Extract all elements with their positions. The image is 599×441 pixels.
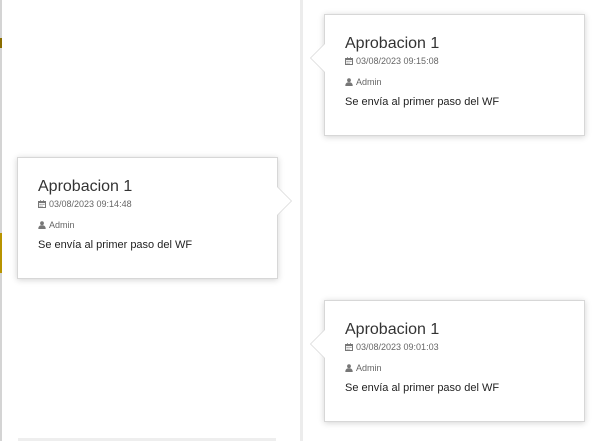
user-icon [345,364,353,372]
timeline-view: Aprobacion 1 03/08/2023 09:15:08 Admin S… [0,0,599,441]
timeline-entry: Aprobacion 1 03/08/2023 09:14:48 Admin S… [17,157,292,279]
entry-user-row: Admin [38,219,257,231]
entry-datetime: 03/08/2023 09:01:03 [356,342,439,352]
left-edge-border [0,0,2,441]
timeline-entry: Aprobacion 1 03/08/2023 09:15:08 Admin S… [310,14,585,136]
entry-datetime-row: 03/08/2023 09:14:48 [38,198,257,210]
entry-datetime-row: 03/08/2023 09:01:03 [345,341,564,353]
panel-pointer [310,329,325,359]
entry-title: Aprobacion 1 [345,35,440,52]
entry-datetime: 03/08/2023 09:14:48 [49,199,132,209]
left-edge-marker [0,233,2,273]
entry-datetime: 03/08/2023 09:15:08 [356,56,439,66]
left-edge-marker [0,38,2,48]
panel-pointer [277,186,292,216]
timeline-axis [300,0,303,441]
entry-user: Admin [356,77,382,87]
calendar-icon [345,343,353,351]
panel-pointer [310,43,325,73]
entry-datetime-row: 03/08/2023 09:15:08 [345,55,564,67]
entry-description: Se envía al primer paso del WF [38,239,193,251]
entry-title: Aprobacion 1 [345,321,440,338]
entry-user: Admin [356,363,382,373]
entry-description: Se envía al primer paso del WF [345,96,500,108]
entry-title: Aprobacion 1 [38,178,133,195]
calendar-icon [345,57,353,65]
entry-user-row: Admin [345,76,564,88]
entry-user: Admin [49,220,75,230]
calendar-icon [38,200,46,208]
entry-user-row: Admin [345,362,564,374]
entry-description: Se envía al primer paso del WF [345,382,500,394]
user-icon [345,78,353,86]
timeline-entry: Aprobacion 1 03/08/2023 09:01:03 Admin S… [310,300,585,422]
user-icon [38,221,46,229]
